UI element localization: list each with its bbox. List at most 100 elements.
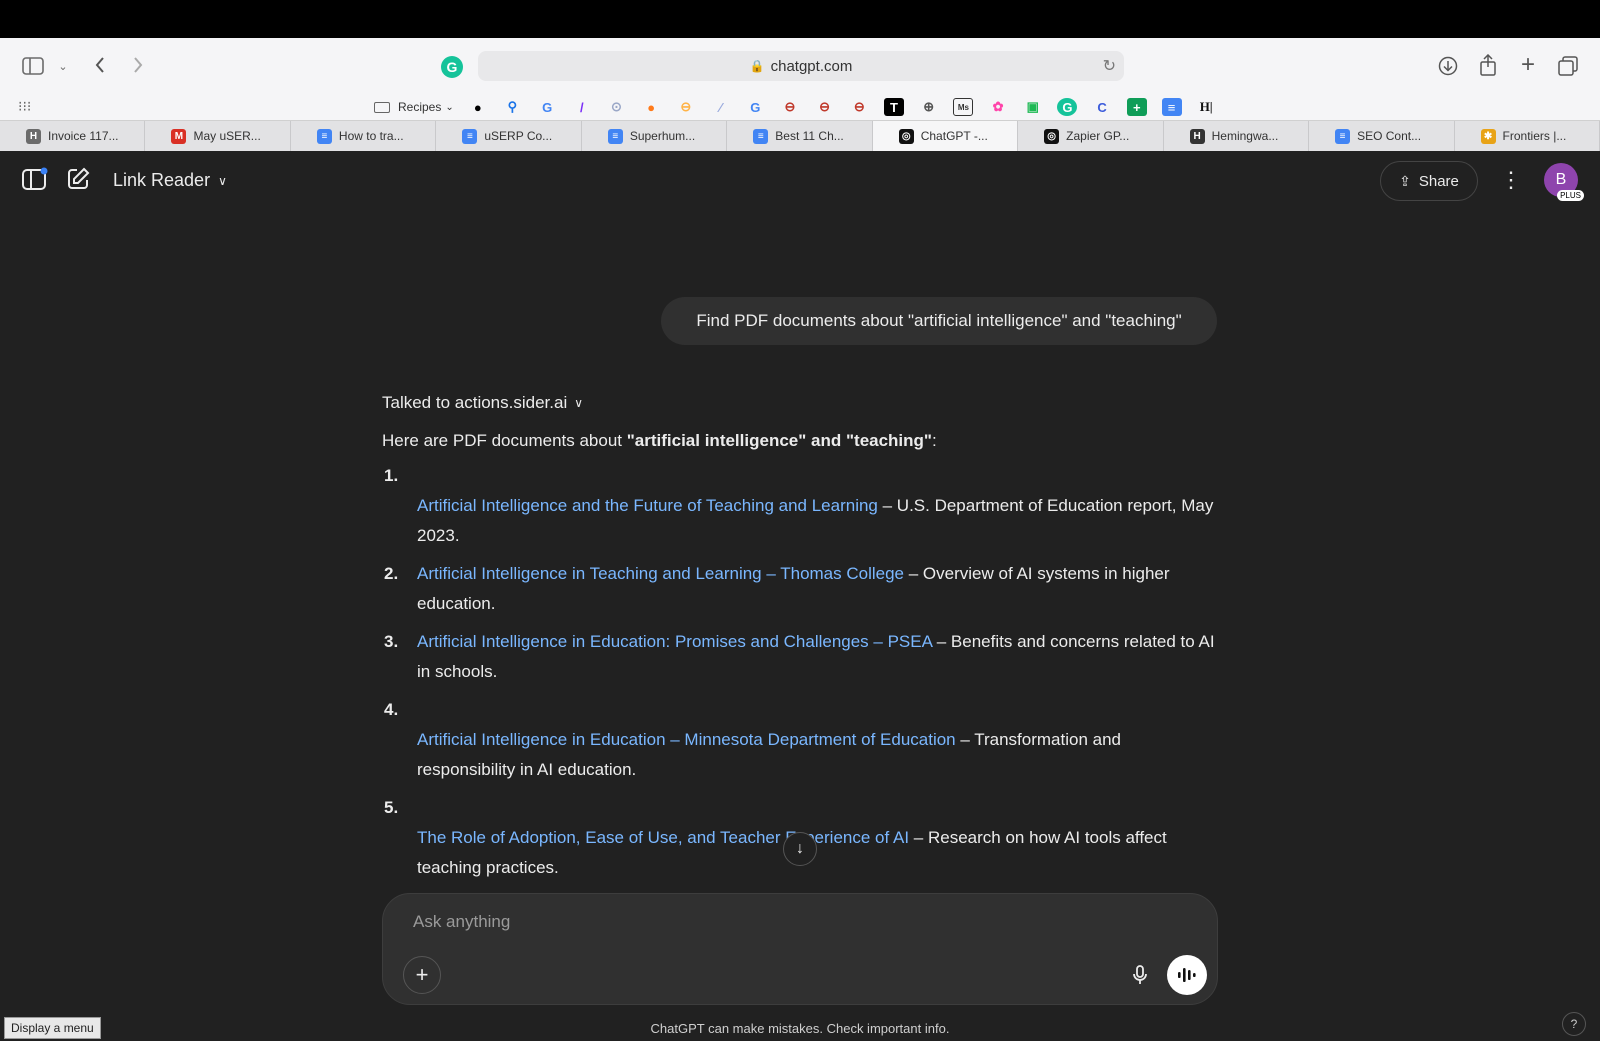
intro-suffix: :: [932, 431, 937, 450]
bookmark-icon[interactable]: ⊖: [676, 98, 696, 116]
status-tooltip: Display a menu: [4, 1017, 101, 1039]
reload-icon[interactable]: ↻: [1103, 56, 1116, 76]
tab-2[interactable]: ≡ How to tra...: [291, 121, 437, 151]
tab-label: SEO Cont...: [1357, 129, 1422, 143]
sidebar-icon[interactable]: [22, 167, 48, 196]
forward-icon[interactable]: [128, 52, 148, 78]
more-options-icon[interactable]: ⋮: [1500, 165, 1522, 195]
tab-label: Best 11 Ch...: [775, 129, 844, 143]
intro-bold: "artificial intelligence" and "teaching": [626, 431, 932, 450]
waveform-icon: [1178, 968, 1196, 982]
tab-bar: H Invoice 117... M May uSER... ≡ How to tra..…: [0, 120, 1600, 151]
bookmark-icon[interactable]: ⊖: [849, 98, 869, 116]
tab-favicon-icon: ✱: [1480, 128, 1496, 144]
user-message-bubble: Find PDF documents about "artificial int…: [661, 297, 1217, 345]
globe-bookmark-icon[interactable]: ⊕: [919, 98, 939, 116]
attach-button[interactable]: +: [403, 956, 441, 994]
avatar-letter: B: [1555, 171, 1567, 188]
avatar[interactable]: B PLUS: [1544, 163, 1584, 201]
chevron-down-icon[interactable]: ⌄: [56, 56, 70, 76]
tab-favicon-icon: ◎: [898, 128, 914, 144]
grammarly-bookmark-icon[interactable]: G: [1057, 98, 1078, 116]
composer[interactable]: Ask anything +: [382, 893, 1218, 1005]
tab-9[interactable]: ≡ SEO Cont...: [1309, 121, 1455, 151]
slash-bookmark-icon[interactable]: /: [572, 98, 592, 116]
model-selector[interactable]: Link Reader ∨: [113, 170, 227, 191]
bookmarks-bar: Recipes ⌄ ● ⚲ G / ⊙ ● ⊖ ⁄ G ⊖ ⊖ ⊖ T ⊕ Ms…: [374, 96, 1231, 118]
tab-4[interactable]: ≡ Superhum...: [582, 121, 728, 151]
new-chat-icon[interactable]: [66, 167, 90, 196]
intro-prefix: Here are PDF documents about: [382, 431, 627, 450]
help-button[interactable]: ?: [1562, 1012, 1586, 1036]
bookmark-folder-recipes[interactable]: Recipes ⌄: [374, 100, 454, 114]
tab-1[interactable]: M May uSER...: [145, 121, 291, 151]
search-bookmark-icon[interactable]: ⚲: [502, 98, 522, 116]
chevron-down-icon: ⌄: [445, 101, 454, 113]
bookmark-icon[interactable]: ✿: [988, 98, 1008, 116]
bookmark-icon[interactable]: ⊙: [607, 98, 627, 116]
back-icon[interactable]: [90, 52, 110, 78]
result-link[interactable]: Artificial Intelligence in Education: Pr…: [417, 632, 932, 651]
bookmark-folder-label: Recipes: [398, 100, 442, 114]
tab-5[interactable]: ≡ Best 11 Ch...: [727, 121, 873, 151]
tab-6[interactable]: ◎ ChatGPT -...: [872, 121, 1019, 151]
tab-10[interactable]: ✱ Frontiers |...: [1455, 121, 1600, 151]
result-link[interactable]: Artificial Intelligence and the Future o…: [417, 496, 878, 515]
google-bookmark-icon[interactable]: G: [537, 98, 557, 116]
tab-label: Hemingwa...: [1211, 129, 1279, 143]
microphone-icon: [1133, 965, 1147, 984]
bookmark-icon[interactable]: ●: [641, 98, 661, 116]
hemingway-bookmark-icon[interactable]: H|: [1196, 98, 1216, 116]
microphone-button[interactable]: [1121, 956, 1159, 994]
list-number: 5.: [384, 798, 399, 817]
apps-grid-icon[interactable]: ⁝⁝⁝: [18, 98, 31, 115]
share-page-icon[interactable]: [1476, 52, 1500, 78]
tab-3[interactable]: ≡ uSERP Co...: [436, 121, 582, 151]
bookmark-icon[interactable]: ▣: [1023, 98, 1043, 116]
c-bookmark-icon[interactable]: C: [1092, 98, 1112, 116]
t-bookmark-icon[interactable]: T: [884, 98, 904, 116]
docs-bookmark-icon[interactable]: ≡: [1161, 98, 1182, 116]
list-item: 4. Artificial Intelligence in Education …: [382, 695, 1222, 785]
result-link[interactable]: Artificial Intelligence in Teaching and …: [417, 564, 904, 583]
composer-placeholder[interactable]: Ask anything: [413, 912, 510, 932]
bookmark-icon[interactable]: ⊖: [780, 98, 800, 116]
arrow-down-icon: ↓: [796, 840, 804, 857]
list-item: 1. Artificial Intelligence and the Futur…: [382, 461, 1222, 551]
share-button[interactable]: ⇪ Share: [1380, 161, 1478, 201]
scroll-down-button[interactable]: ↓: [783, 832, 817, 866]
tab-favicon-icon: ≡: [1335, 128, 1351, 144]
assistant-intro: Here are PDF documents about "artificial…: [382, 431, 937, 451]
sidebar-toggle-icon[interactable]: [20, 54, 46, 78]
tab-label: Invoice 117...: [48, 129, 119, 143]
chatgpt-app: Link Reader ∨ ⇪ Share ⋮ B PLUS Find PDF …: [0, 151, 1600, 1041]
list-number: 2.: [384, 564, 399, 583]
plan-badge: PLUS: [1557, 190, 1584, 201]
feather-bookmark-icon[interactable]: ⁄: [711, 98, 731, 116]
bookmark-icon[interactable]: ⊖: [815, 98, 835, 116]
tab-7[interactable]: ◎ Zapier GP...: [1018, 121, 1164, 151]
downloads-icon[interactable]: [1436, 54, 1460, 78]
list-item: 2. Artificial Intelligence in Teaching a…: [382, 559, 1222, 619]
address-bar[interactable]: 🔒 chatgpt.com ↻: [478, 51, 1124, 81]
lock-icon: 🔒: [749, 59, 765, 73]
new-tab-icon[interactable]: +: [1516, 51, 1540, 78]
tab-8[interactable]: H Hemingwa...: [1164, 121, 1310, 151]
tab-0[interactable]: H Invoice 117...: [0, 121, 146, 151]
tab-overview-icon[interactable]: [1556, 54, 1580, 78]
result-link[interactable]: Artificial Intelligence in Education – M…: [417, 730, 956, 749]
url-text: chatgpt.com: [770, 57, 853, 75]
result-link[interactable]: The Role of Adoption, Ease of Use, and T…: [417, 828, 909, 847]
apple-bookmark-icon[interactable]: ●: [468, 98, 488, 116]
tab-favicon-icon: M: [171, 128, 187, 144]
sheets-bookmark-icon[interactable]: +: [1126, 98, 1147, 116]
chevron-down-icon: ∨: [574, 396, 584, 410]
list-item: 3. Artificial Intelligence in Education:…: [382, 627, 1222, 687]
google-bookmark-icon[interactable]: G: [745, 98, 765, 116]
tool-status-toggle[interactable]: Talked to actions.sider.ai ∨: [382, 393, 583, 413]
tab-label: May uSER...: [193, 129, 261, 143]
grammarly-icon[interactable]: G: [441, 56, 463, 78]
system-menu-bar: [0, 0, 1600, 38]
voice-mode-button[interactable]: [1167, 955, 1207, 995]
bookmark-icon[interactable]: Ms: [953, 98, 974, 116]
